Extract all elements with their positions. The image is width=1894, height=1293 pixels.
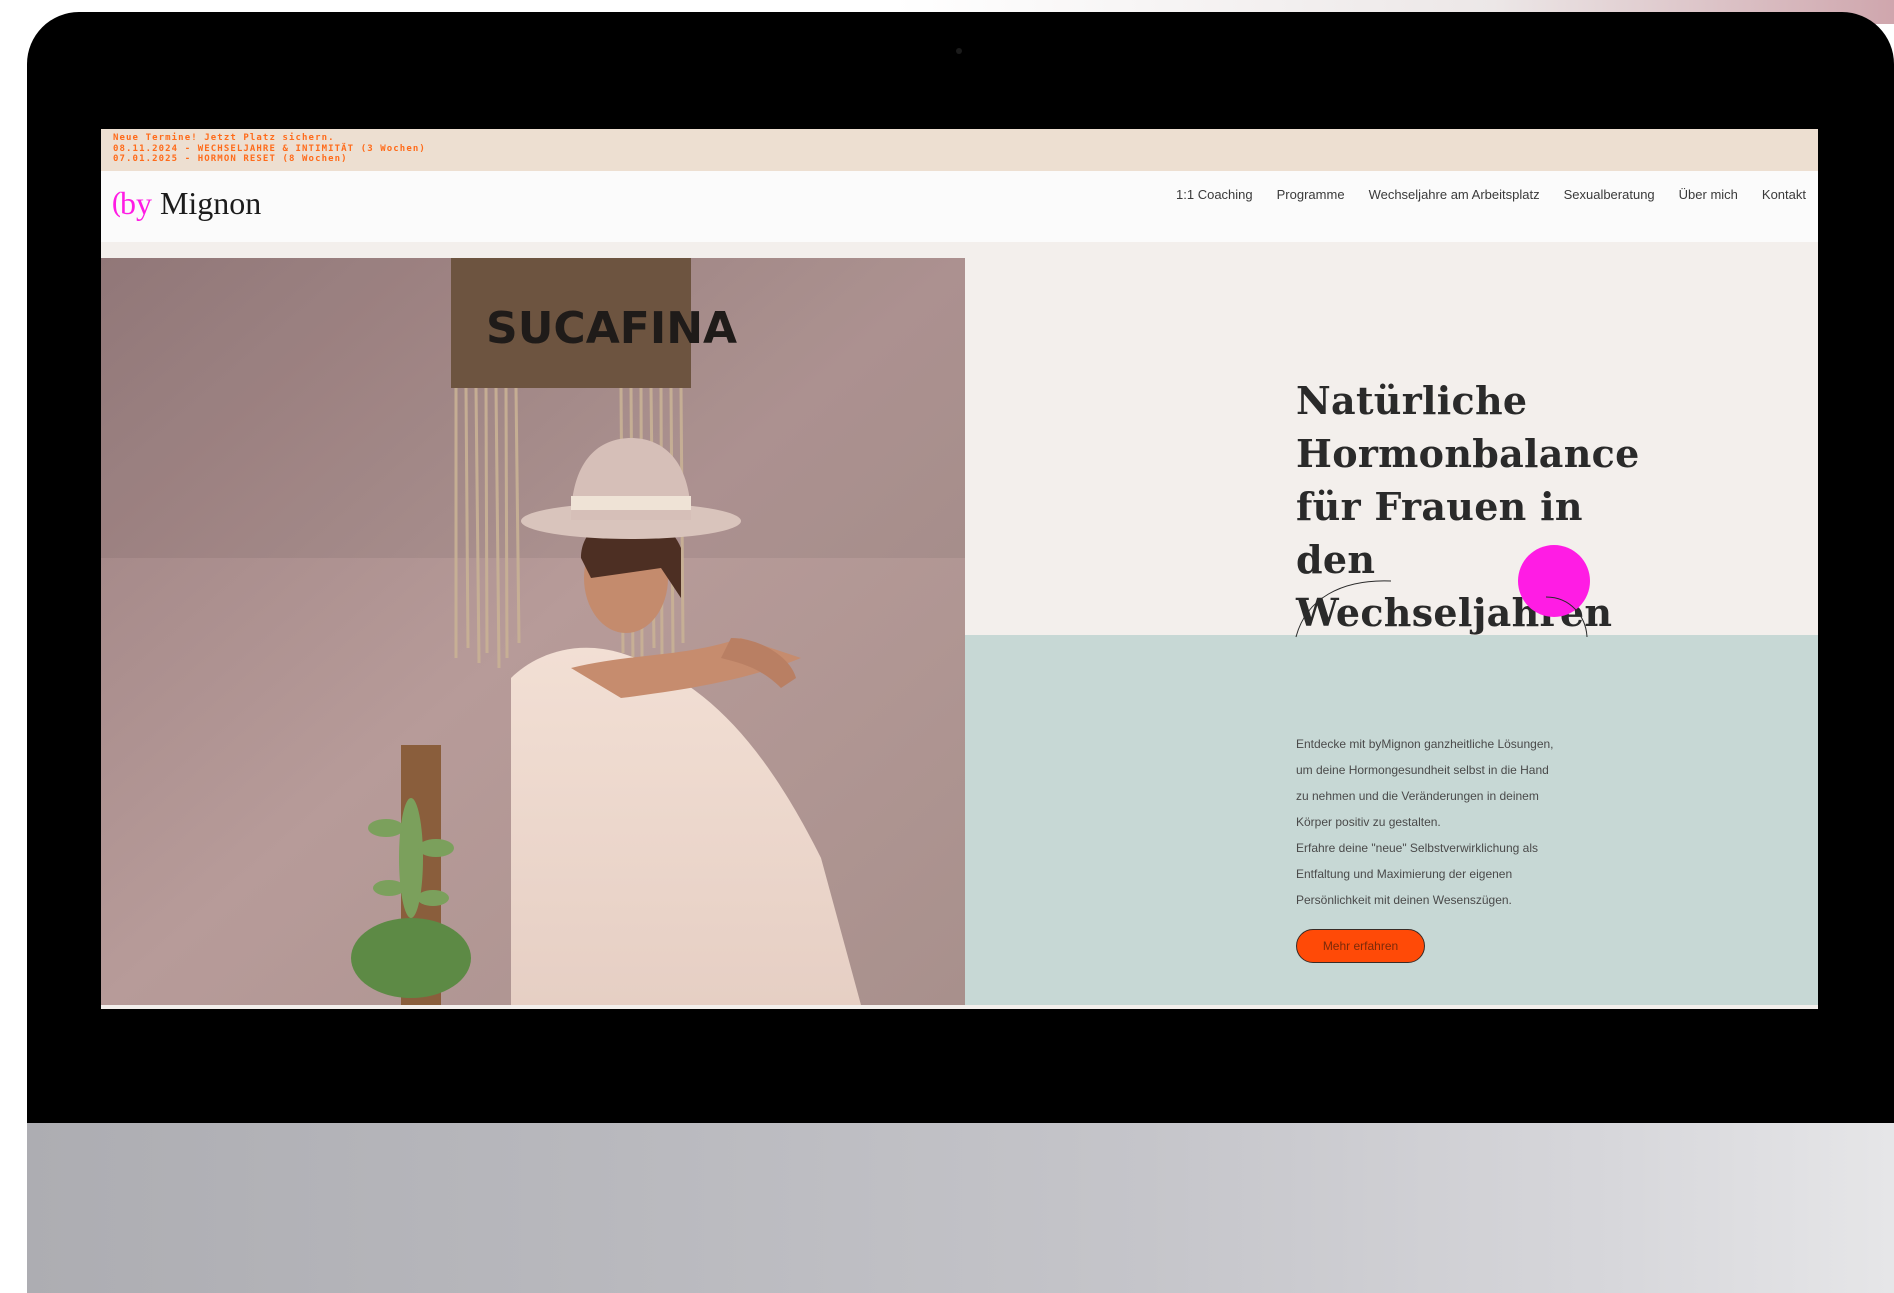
hero-photo: SUCAFINA xyxy=(101,258,965,1005)
nav-item-about[interactable]: Über mich xyxy=(1679,187,1738,202)
nav-item-programme[interactable]: Programme xyxy=(1277,187,1345,202)
nav-item-coaching[interactable]: 1:1 Coaching xyxy=(1176,187,1253,202)
announcement-line: Neue Termine! Jetzt Platz sichern. xyxy=(113,133,335,143)
photo-banner-text: SUCAFINA xyxy=(486,303,737,354)
announcement-line: 07.01.2025 - HORMON RESET (8 Wochen) xyxy=(113,154,348,164)
monitor-frame: Neue Termine! Jetzt Platz sichern. 08.11.… xyxy=(27,12,1894,1293)
main-nav: 1:1 Coaching Programme Wechseljahre am A… xyxy=(1176,187,1806,202)
announcement-bar: Neue Termine! Jetzt Platz sichern. 08.11.… xyxy=(101,129,1818,171)
logo-name: Mignon xyxy=(159,184,262,221)
decorative-arcs xyxy=(1295,545,1590,638)
nav-item-contact[interactable]: Kontakt xyxy=(1762,187,1806,202)
nav-item-workplace[interactable]: Wechseljahre am Arbeitsplatz xyxy=(1369,187,1540,202)
more-info-button[interactable]: Mehr erfahren xyxy=(1296,929,1425,963)
hero-photo-illustration: SUCAFINA xyxy=(101,258,965,1005)
webcam-icon xyxy=(956,48,962,54)
hero-description: Entdecke mit byMignon ganzheitliche Lösu… xyxy=(1296,737,1554,907)
logo-by: by xyxy=(119,184,152,221)
brand-logo[interactable]: ( by Mignon xyxy=(111,181,261,225)
website-screen: Neue Termine! Jetzt Platz sichern. 08.11.… xyxy=(101,129,1818,1009)
site-header: ( by Mignon 1:1 Coaching Programme Wechs… xyxy=(101,171,1818,242)
magenta-dot-icon xyxy=(1518,545,1590,617)
monitor-chin xyxy=(27,1123,1894,1293)
announcement-line: 08.11.2024 - WECHSELJAHRE & INTIMITÄT (3… xyxy=(113,143,426,154)
announcement-text[interactable]: Neue Termine! Jetzt Platz sichern. 08.11.… xyxy=(113,133,426,165)
nav-item-sexualberatung[interactable]: Sexualberatung xyxy=(1564,187,1655,202)
